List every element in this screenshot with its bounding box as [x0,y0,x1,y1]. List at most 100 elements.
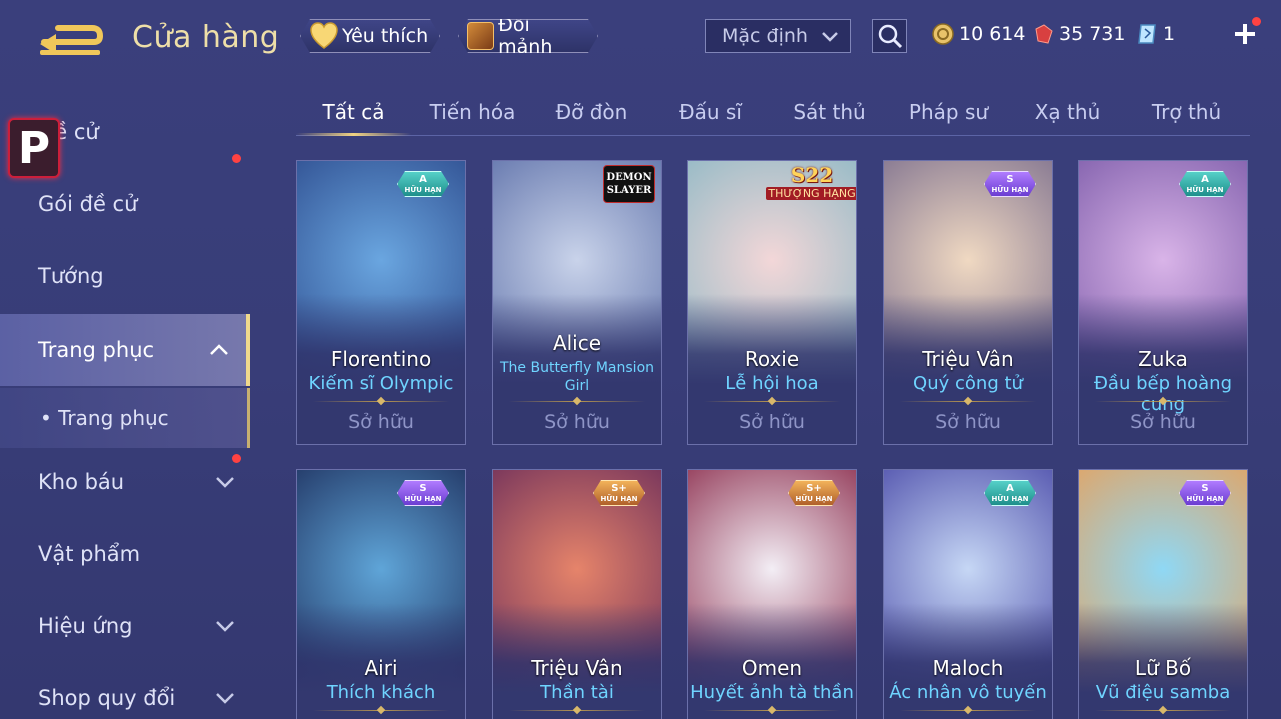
sidebar-item-label: Tướng [38,264,104,288]
favorites-button[interactable]: Yêu thích [300,19,440,53]
rank-letter: S [419,483,427,494]
sort-dropdown[interactable]: Mặc định [705,19,851,53]
rank-letter: S+ [611,483,627,494]
back-button[interactable] [36,20,106,60]
skin-card[interactable]: DEMON SLAYER Alice The Butterfly Mansion Gi… [492,160,662,445]
tab-evolution[interactable]: Tiến hóa [415,92,530,134]
tab-support[interactable]: Trợ thủ [1129,92,1244,134]
card-divider [704,401,840,402]
tab-assassin[interactable]: Sát thủ [772,92,887,134]
skin-name: Vũ điệu samba [1095,682,1231,703]
owned-label: Sở hữu [935,411,1001,433]
search-icon [878,24,902,49]
sidebar-item-label: Kho báu [38,470,125,494]
voucher-amount: 1 [1163,23,1176,45]
sidebar-item-label: • Trang phục [40,406,169,430]
skin-card[interactable]: S HỮU HẠN Triệu Vân Quý công tử Sở hữu [883,160,1053,445]
hero-name: Alice [552,331,602,355]
owned-label: Sở hữu [544,411,610,433]
sidebar-item-items[interactable]: Vật phẩm [0,518,250,590]
sidebar-item-exchange-shop[interactable]: Shop quy đổi [0,662,250,719]
sidebar-item-effects[interactable]: Hiệu ứng [0,590,250,662]
skin-name: Quý công tử [913,373,1023,394]
notification-dot [232,454,241,463]
skin-card[interactable]: S22 THƯỢNG HẠNG Roxie Lễ hội hoa Sở hữu [687,160,857,445]
card-divider [1095,401,1231,402]
owned-label: Sở hữu [348,411,414,433]
card-divider [900,710,1036,711]
limited-label: HỮU HẠN [991,186,1029,194]
skin-name: Thần tài [540,682,614,703]
limited-label: HỮU HẠN [1186,495,1224,503]
sidebar-item-label: Shop quy đổi [38,686,176,710]
owned-label: Sở hữu [1130,411,1196,433]
limited-label: HỮU HẠN [404,186,442,194]
gold-coin-icon [932,23,954,45]
top-bar: Cửa hàng Yêu thích Đổi mảnh Mặc định 10 … [0,0,1281,72]
rank-badge: S HỮU HẠN [984,171,1036,197]
tab-marksman[interactable]: Xạ thủ [1010,92,1125,134]
hero-name: Triệu Vân [922,347,1014,371]
heart-icon [309,22,339,50]
card-divider [509,401,645,402]
voucher-icon [1138,24,1156,44]
sidebar-item-treasure[interactable]: Kho báu [0,446,250,518]
sidebar-item-recommended-bundles[interactable]: Gói đề cử [0,154,250,240]
hero-name: Lữ Bố [1134,656,1192,680]
sidebar-item-heroes[interactable]: Tướng [0,240,250,312]
gold-amount: 10 614 [959,23,1026,45]
notification-dot [1252,17,1261,26]
trade-label: Đổi mảnh [498,14,553,58]
season-number: S22 [790,163,834,187]
page-title: Cửa hàng [132,20,280,55]
chevron-up-icon [210,344,228,355]
chevron-down-icon [216,477,234,488]
skin-card[interactable]: S+ HỮU HẠN Omen Huyết ảnh tà thần [687,469,857,719]
rank-badge: S HỮU HẠN [1179,480,1231,506]
skin-card[interactable]: S HỮU HẠN Lữ Bố Vũ điệu samba [1078,469,1248,719]
tab-tank[interactable]: Đỡ đòn [534,92,649,134]
tab-mage[interactable]: Pháp sư [891,92,1006,134]
tab-all[interactable]: Tất cả [296,92,411,136]
chevron-down-icon [216,621,234,632]
tab-fighter[interactable]: Đấu sĩ [653,92,768,134]
skin-name: Lễ hội hoa [725,373,819,394]
card-divider [509,710,645,711]
sidebar-item-skins[interactable]: Trang phục [0,314,250,386]
sort-value: Mặc định [722,25,808,47]
collab-line1: DEMON [606,172,652,183]
skin-card[interactable]: S HỮU HẠN Airi Thích khách [296,469,466,719]
hero-name: Florentino [330,347,432,371]
sidebar-item-label: Trang phục [38,338,155,362]
skin-card[interactable]: A HỮU HẠN Maloch Ác nhân vô tuyến [883,469,1053,719]
ruby-gem-icon [1035,24,1053,44]
card-divider [1095,710,1231,711]
skin-card[interactable]: AHỮU HẠN ZukaĐầu bếp hoàng cungSở hữu [1078,160,1248,445]
skin-name: Thích khách [326,682,436,703]
card-divider [900,401,1036,402]
search-button[interactable] [872,19,907,53]
rank-letter: A [1006,483,1014,494]
rank-badge: A HỮU HẠN [984,480,1036,506]
season-label: THƯỢNG HẠNG [766,187,856,200]
chevron-down-icon [822,32,838,42]
limited-label: HỮU HẠN [1186,186,1224,194]
notification-dot [232,154,241,163]
hero-name: Zuka [1138,347,1188,371]
ruby-currency: 35 731 [1032,20,1125,48]
sidebar-item-label: Vật phẩm [38,542,141,566]
voucher-currency: 1 [1136,20,1175,48]
skin-card[interactable]: A HỮU HẠN Florentino Kiếm sĩ Olympic Sở hữu [296,160,466,445]
overlay-logo: P [8,118,60,178]
chest-icon [467,22,494,50]
rank-badge: S+ HỮU HẠN [788,480,840,506]
gold-currency: 10 614 [932,20,1025,48]
trade-fragments-button[interactable]: Đổi mảnh [458,19,598,53]
sidebar-subitem-skins[interactable]: • Trang phục [0,388,250,448]
add-currency-button[interactable] [1232,17,1261,47]
rank-badge: S HỮU HẠN [397,480,449,506]
skin-card[interactable]: S+ HỮU HẠN Triệu Vân Thần tài [492,469,662,719]
rank-letter: A [419,174,427,185]
card-divider [313,710,449,711]
limited-label: HỮU HẠN [795,495,833,503]
